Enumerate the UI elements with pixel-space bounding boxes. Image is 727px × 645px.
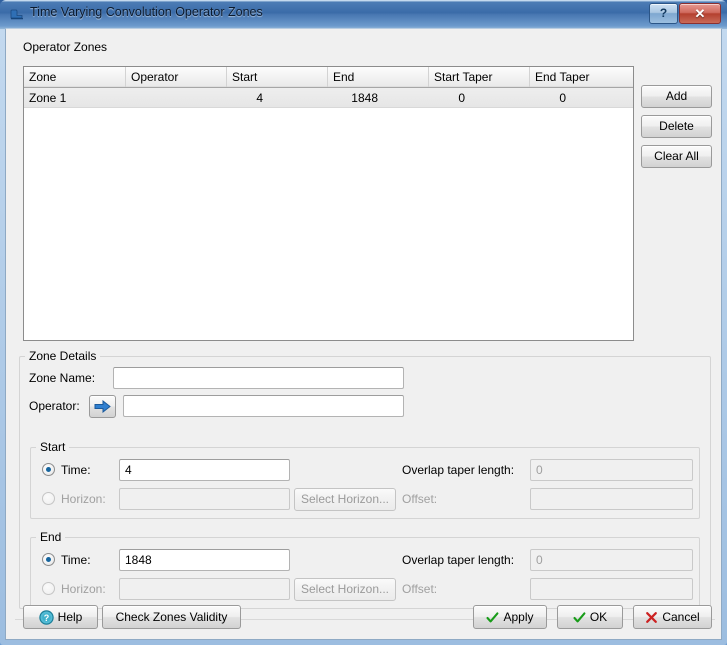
column-header-zone[interactable]: Zone: [24, 67, 126, 87]
end-horizon-radio[interactable]: [42, 582, 55, 595]
start-horizon-label: Horizon:: [61, 492, 106, 506]
titlebar-help-button[interactable]: ?: [649, 3, 678, 24]
ok-button-label: OK: [589, 610, 608, 624]
zone-details-group-label: Zone Details: [25, 349, 101, 363]
red-x-icon: [646, 611, 658, 623]
check-zones-validity-button[interactable]: Check Zones Validity: [102, 605, 241, 629]
end-overlap-taper-input[interactable]: 0: [530, 549, 693, 571]
end-overlap-taper-label: Overlap taper length:: [402, 553, 515, 567]
clear-all-button[interactable]: Clear All: [641, 145, 712, 168]
start-offset-input[interactable]: [530, 488, 693, 510]
title-bar[interactable]: Time Varying Convolution Operator Zones …: [0, 0, 727, 29]
column-header-end-taper[interactable]: End Taper: [530, 67, 633, 87]
column-header-end[interactable]: End: [328, 67, 429, 87]
operator-zones-table[interactable]: Zone Operator Start End Start Taper End …: [23, 66, 634, 341]
dialog-window: Time Varying Convolution Operator Zones …: [0, 0, 727, 645]
table-row[interactable]: Zone 1 4 1848 0 0: [24, 88, 633, 108]
end-time-input[interactable]: 1848: [119, 549, 290, 571]
end-group-label: End: [36, 530, 66, 544]
app-window-icon: [9, 7, 25, 23]
start-select-horizon-button[interactable]: Select Horizon...: [294, 488, 396, 511]
table-header-row: Zone Operator Start End Start Taper End …: [24, 67, 633, 88]
titlebar-close-button[interactable]: ✕: [679, 3, 721, 24]
end-horizon-label: Horizon:: [61, 582, 106, 596]
operator-input[interactable]: [123, 395, 404, 417]
column-header-operator[interactable]: Operator: [126, 67, 227, 87]
svg-text:?: ?: [43, 613, 49, 623]
end-offset-input[interactable]: [530, 578, 693, 600]
end-time-label: Time:: [61, 553, 91, 567]
apply-button[interactable]: Apply: [473, 605, 547, 629]
help-button-label: Help: [57, 610, 83, 624]
cell-end: 1848: [351, 91, 378, 105]
window-title: Time Varying Convolution Operator Zones: [30, 5, 263, 19]
start-offset-label: Offset:: [402, 492, 438, 506]
help-button[interactable]: ? Help: [23, 605, 98, 629]
green-check-icon: [573, 611, 586, 622]
apply-button-label: Apply: [503, 610, 534, 624]
operator-browse-button[interactable]: [89, 395, 116, 418]
end-select-horizon-button[interactable]: Select Horizon...: [294, 578, 396, 601]
green-check-icon: [486, 611, 499, 622]
zone-name-label: Zone Name:: [29, 371, 96, 385]
question-circle-icon: ?: [38, 609, 54, 625]
start-time-radio[interactable]: [42, 463, 55, 476]
start-horizon-input[interactable]: [119, 488, 290, 510]
end-offset-label: Offset:: [402, 582, 438, 596]
start-overlap-taper-input[interactable]: 0: [530, 459, 693, 481]
start-overlap-taper-label: Overlap taper length:: [402, 463, 515, 477]
start-horizon-radio[interactable]: [42, 492, 55, 505]
ok-button[interactable]: OK: [557, 605, 623, 629]
start-group-label: Start: [36, 440, 70, 454]
cell-end-taper: 0: [559, 91, 566, 105]
start-time-input[interactable]: 4: [119, 459, 290, 481]
end-time-radio[interactable]: [42, 553, 55, 566]
delete-button[interactable]: Delete: [641, 115, 712, 138]
end-horizon-input[interactable]: [119, 578, 290, 600]
cell-start: 4: [256, 91, 263, 105]
cell-zone: Zone 1: [29, 91, 67, 105]
cancel-button[interactable]: Cancel: [633, 605, 712, 629]
zone-name-input[interactable]: [113, 367, 404, 389]
cancel-button-label: Cancel: [662, 610, 700, 624]
dialog-client-area: Operator Zones Zone Operator Start End S…: [5, 28, 722, 640]
cell-operator: [131, 88, 227, 108]
start-time-label: Time:: [61, 463, 91, 477]
cell-start-taper: 0: [458, 91, 465, 105]
column-header-start-taper[interactable]: Start Taper: [429, 67, 530, 87]
operator-zones-group-label: Operator Zones: [19, 40, 112, 54]
add-button[interactable]: Add: [641, 85, 712, 108]
column-header-start[interactable]: Start: [227, 67, 328, 87]
operator-label: Operator:: [29, 399, 80, 413]
blue-right-arrow-icon: [94, 399, 111, 414]
